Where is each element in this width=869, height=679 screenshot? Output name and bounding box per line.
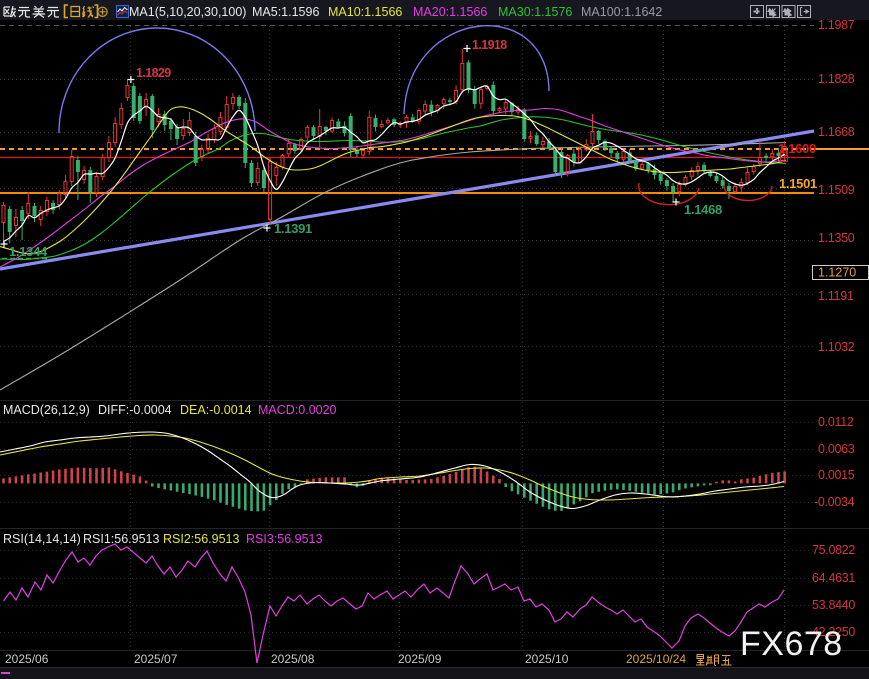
svg-text:0.0112: 0.0112 [818,415,854,429]
svg-text:0.0063: 0.0063 [818,442,855,456]
svg-text:2025/10: 2025/10 [525,652,569,666]
svg-text:1.1918: 1.1918 [472,38,507,52]
svg-text:DEA:-0.0014: DEA:-0.0014 [180,403,252,417]
svg-text:2025/10/24: 2025/10/24 [626,652,686,666]
svg-text:1.1191: 1.1191 [818,289,854,303]
svg-text:64.4631: 64.4631 [812,571,855,585]
svg-text:1.1032: 1.1032 [818,340,855,354]
svg-text:1.1668: 1.1668 [818,125,855,139]
svg-text:MA30:1.1576: MA30:1.1576 [498,5,572,19]
svg-text:RSI1:56.9513: RSI1:56.9513 [83,532,159,546]
svg-text:MACD(26,12,9): MACD(26,12,9) [3,403,90,417]
svg-text:1.1391: 1.1391 [274,221,312,236]
svg-text:1.1350: 1.1350 [818,231,855,245]
svg-text:1.1828: 1.1828 [818,72,855,86]
svg-text:1.1600: 1.1600 [778,141,816,156]
svg-text:RSI(14,14,14): RSI(14,14,14) [3,532,81,546]
svg-text:RSI3:56.9513: RSI3:56.9513 [246,532,322,546]
svg-text:1.1344: 1.1344 [9,244,48,259]
svg-text:53.8440: 53.8440 [812,598,855,612]
svg-text:MACD:0.0020: MACD:0.0020 [258,403,337,417]
svg-text:1.1270: 1.1270 [818,266,856,280]
svg-text:MA10:1.1566: MA10:1.1566 [328,5,402,19]
svg-text:1.1829: 1.1829 [136,66,171,80]
svg-text:2025/09: 2025/09 [398,652,442,666]
svg-text:0.0015: 0.0015 [818,468,855,482]
svg-text:MA100:1.1642: MA100:1.1642 [581,5,662,19]
svg-text:1.1501: 1.1501 [779,176,817,191]
svg-text:MA5:1.1596: MA5:1.1596 [252,5,319,19]
svg-text:MA20:1.1566: MA20:1.1566 [413,5,487,19]
svg-text:-0.0034: -0.0034 [814,495,855,509]
svg-text:1.1987: 1.1987 [818,18,855,32]
svg-text:1.1509: 1.1509 [818,183,855,197]
svg-text:2025/07: 2025/07 [134,652,178,666]
svg-text:1.1468: 1.1468 [684,202,722,217]
svg-text:2025/06: 2025/06 [5,652,49,666]
svg-text:RSI2:56.9513: RSI2:56.9513 [163,532,239,546]
svg-text:MA1(5,10,20,30,100): MA1(5,10,20,30,100) [129,5,246,19]
svg-text:FX678: FX678 [740,625,843,663]
svg-text:DIFF:-0.0004: DIFF:-0.0004 [98,403,172,417]
svg-text:75.0822: 75.0822 [812,543,855,557]
svg-text:2025/08: 2025/08 [271,652,315,666]
